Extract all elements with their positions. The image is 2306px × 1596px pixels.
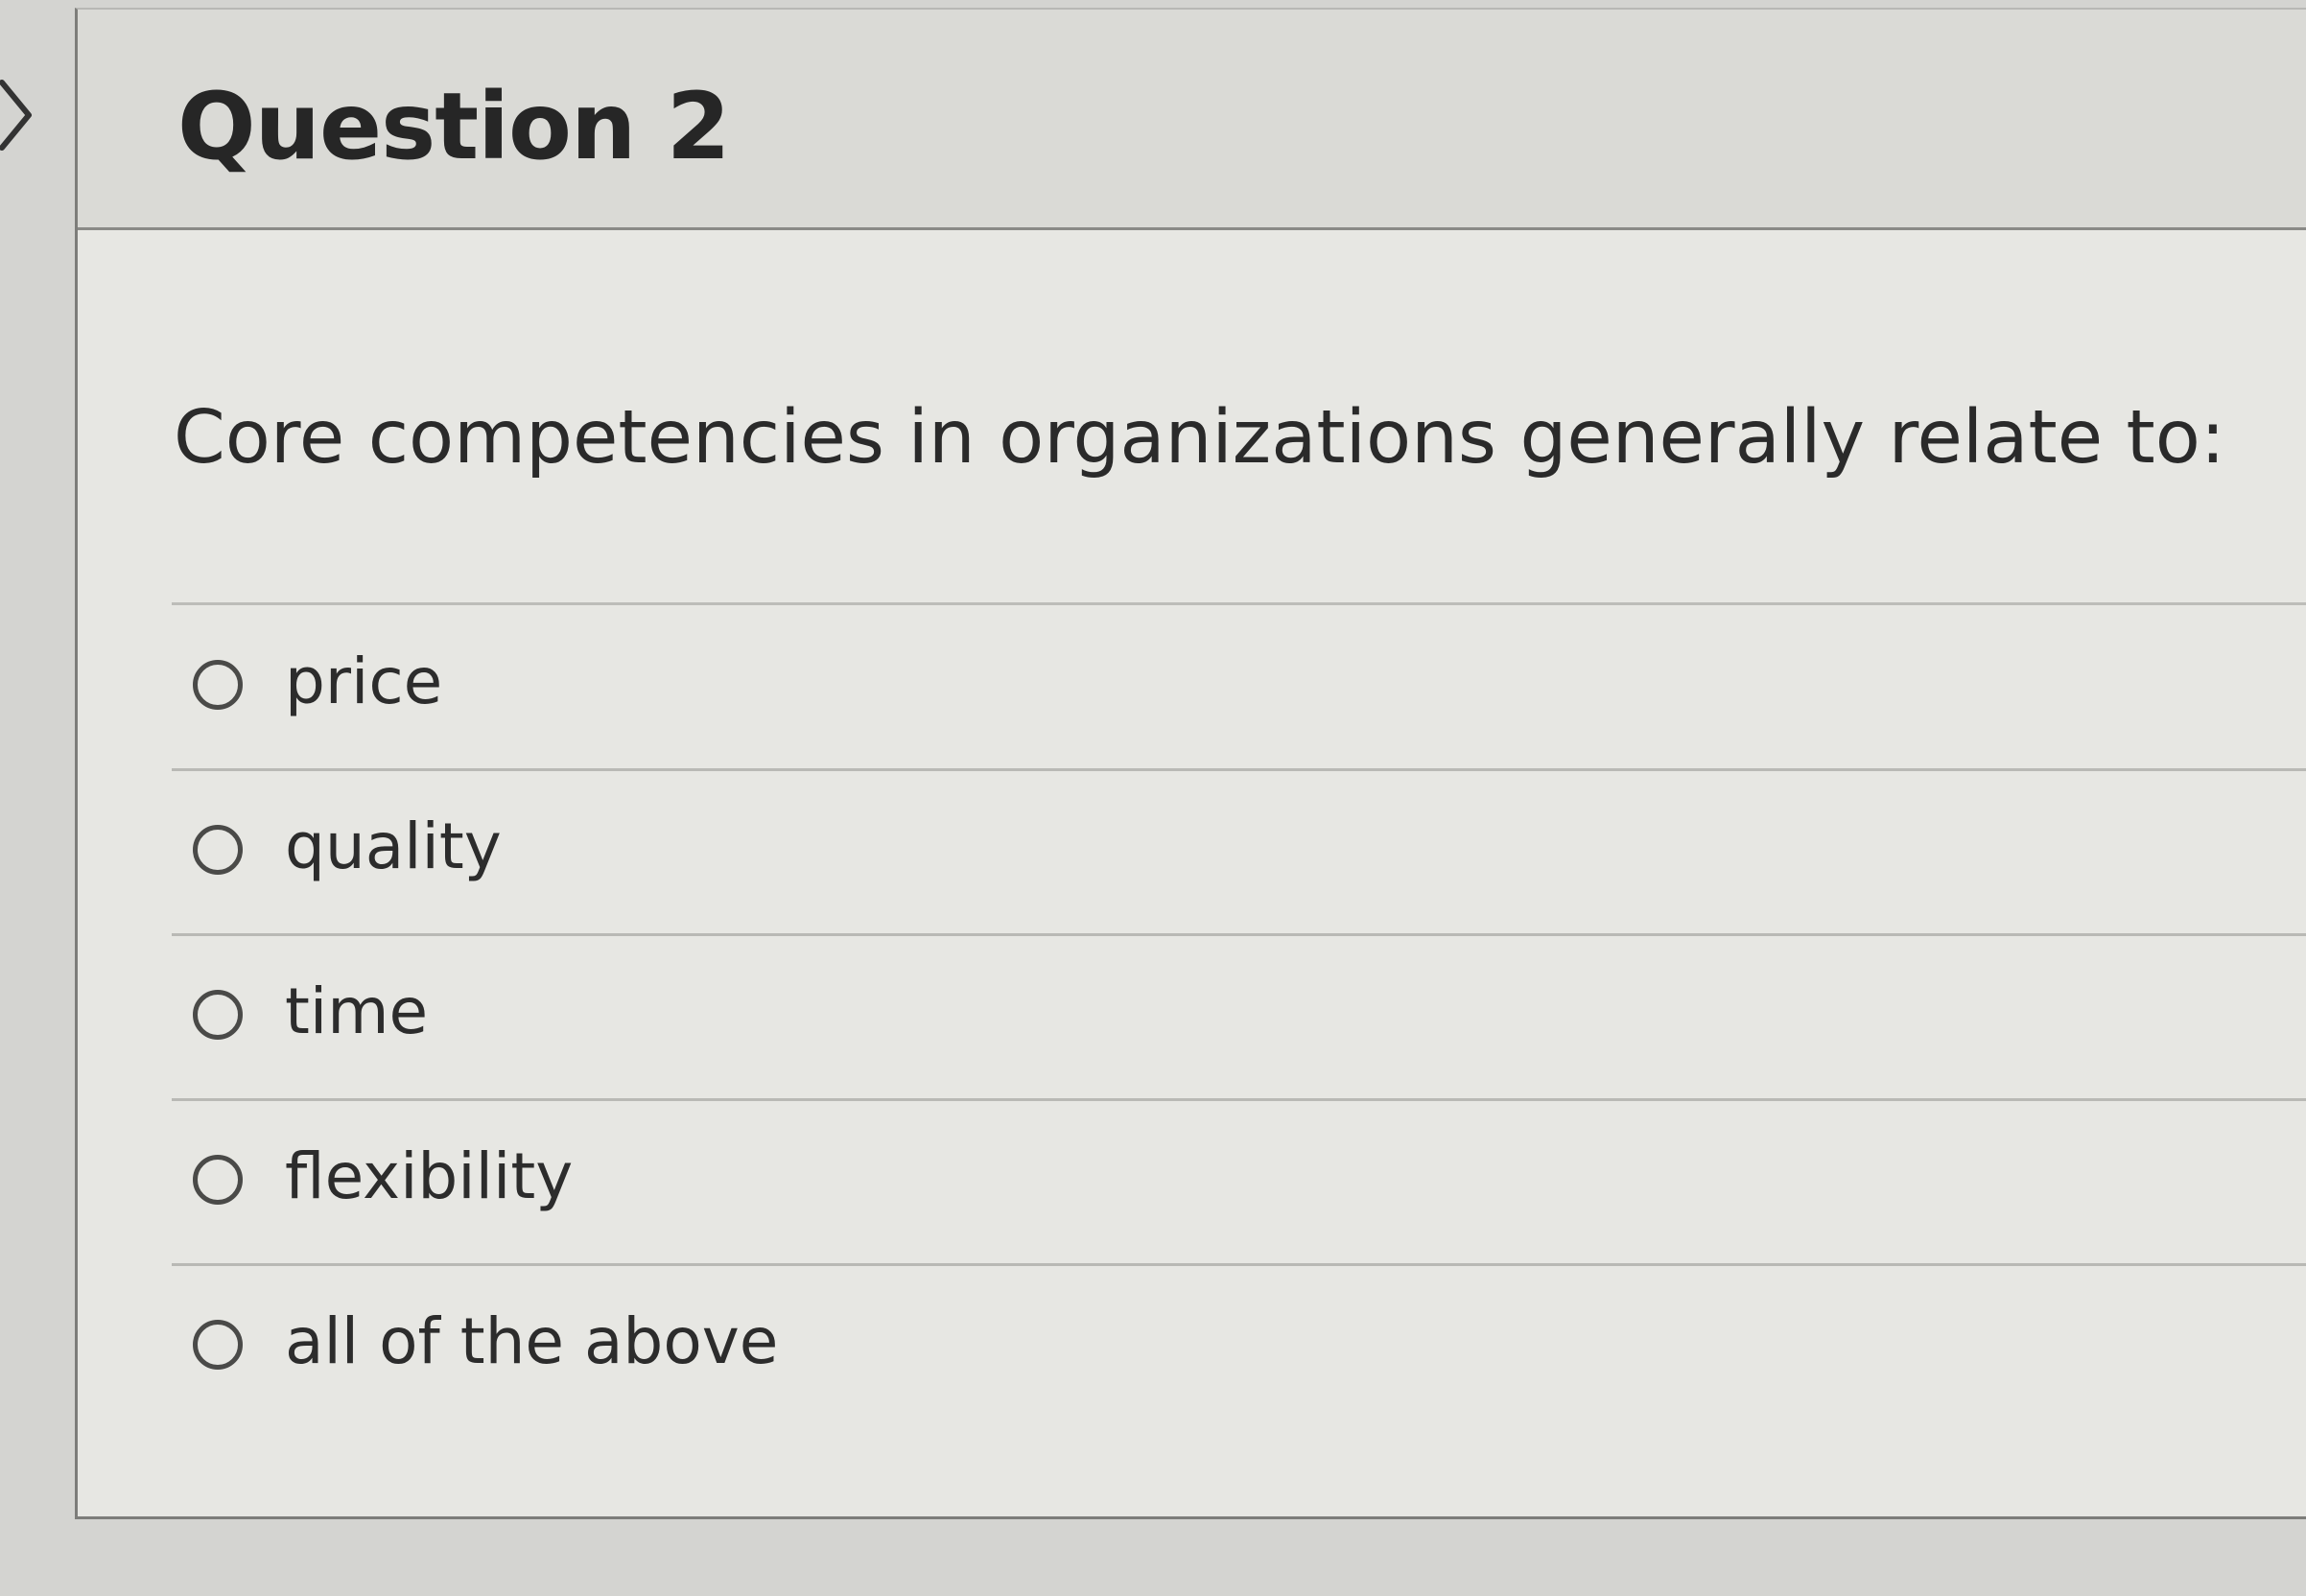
answer-option-all-of-the-above[interactable]: all of the above (172, 1266, 2306, 1431)
answer-label[interactable]: all of the above (285, 1304, 778, 1378)
question-title: Question 2 (177, 73, 731, 180)
answer-option-price[interactable]: price (172, 606, 2306, 771)
answer-option-flexibility[interactable]: flexibility (172, 1101, 2306, 1266)
answer-label[interactable]: flexibility (285, 1139, 573, 1213)
radio-unchecked-icon[interactable] (193, 660, 243, 710)
radio-unchecked-icon[interactable] (193, 1155, 243, 1205)
answer-label[interactable]: quality (285, 810, 502, 883)
question-text: Core competencies in organizations gener… (174, 395, 2225, 481)
answer-label[interactable]: price (285, 645, 442, 718)
answer-list: price quality time flexibility all of th… (172, 606, 2306, 1431)
question-card: Question 2 Core competencies in organiza… (75, 8, 2306, 1519)
radio-unchecked-icon[interactable] (193, 1320, 243, 1370)
answer-option-time[interactable]: time (172, 936, 2306, 1101)
question-header: Question 2 (78, 10, 2306, 230)
divider (172, 602, 2306, 605)
chevron-right-icon[interactable] (0, 77, 38, 153)
radio-unchecked-icon[interactable] (193, 825, 243, 875)
answer-label[interactable]: time (285, 974, 428, 1048)
answer-option-quality[interactable]: quality (172, 771, 2306, 936)
radio-unchecked-icon[interactable] (193, 990, 243, 1040)
